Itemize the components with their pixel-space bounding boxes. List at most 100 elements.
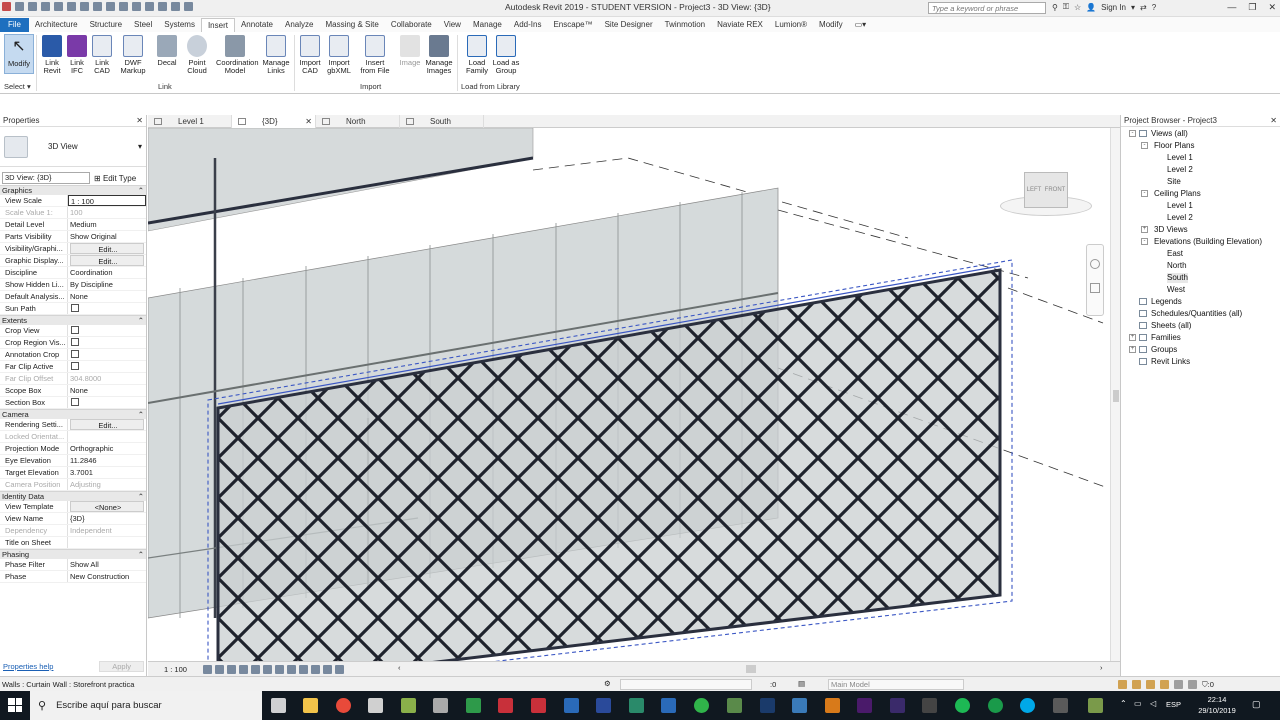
load-family-button[interactable]: Load Family bbox=[462, 34, 492, 75]
property-checkbox[interactable] bbox=[68, 397, 146, 408]
notifications-icon[interactable]: ▢ bbox=[1252, 699, 1261, 710]
clock[interactable]: 22:14 29/10/2019 bbox=[1192, 694, 1242, 716]
subscription-icon[interactable]: ⚿ bbox=[1063, 2, 1069, 12]
link-cad-button[interactable]: Link CAD bbox=[87, 34, 117, 75]
tray-chevron-icon[interactable]: ⌃ bbox=[1120, 699, 1127, 708]
category-camera[interactable]: Camera ⌃ bbox=[0, 409, 146, 419]
dimension-icon[interactable] bbox=[106, 2, 115, 11]
revit-icon[interactable] bbox=[498, 698, 513, 713]
close-icon[interactable]: ✕ bbox=[1268, 2, 1276, 13]
properties-help-link[interactable]: Properties help bbox=[3, 662, 53, 671]
app-icon[interactable] bbox=[466, 698, 481, 713]
property-edit-button[interactable]: Edit... bbox=[70, 419, 144, 430]
tree-item-level-2[interactable]: Level 2 bbox=[1167, 213, 1193, 223]
steering-wheel-icon[interactable] bbox=[1090, 259, 1100, 269]
collapse-icon[interactable]: - bbox=[1141, 142, 1148, 149]
coordination-model-button[interactable]: Coordination Model bbox=[216, 34, 259, 75]
analytical-model-icon[interactable] bbox=[323, 665, 332, 674]
background-process-icon[interactable] bbox=[1188, 680, 1197, 689]
category-phasing[interactable]: Phasing ⌃ bbox=[0, 549, 146, 559]
sign-in-link[interactable]: Sign In bbox=[1101, 3, 1126, 12]
favorites-icon[interactable]: ☆ bbox=[1074, 3, 1081, 12]
zoom-icon[interactable] bbox=[1090, 283, 1100, 293]
insert-from-file-button[interactable]: Insert from File bbox=[360, 34, 390, 75]
minimize-icon[interactable]: — bbox=[1227, 2, 1236, 13]
app-icon[interactable] bbox=[433, 698, 448, 713]
windows-start-icon[interactable] bbox=[8, 698, 22, 712]
dwf-markup-button[interactable]: DWF Markup bbox=[118, 34, 148, 75]
app-icon[interactable] bbox=[727, 698, 742, 713]
load-as-group-button[interactable]: Load as Group bbox=[491, 34, 521, 75]
tree-item-revit-links[interactable]: Revit Links bbox=[1151, 357, 1190, 367]
checkbox[interactable] bbox=[71, 338, 79, 346]
tree-item-site[interactable]: Site bbox=[1167, 177, 1181, 187]
user-icon[interactable]: 👤 bbox=[1086, 3, 1096, 12]
3d-view-icon[interactable] bbox=[132, 2, 141, 11]
import-cad-button[interactable]: Import CAD bbox=[295, 34, 325, 75]
checkbox[interactable] bbox=[71, 398, 79, 406]
view-tab-north[interactable]: North bbox=[316, 115, 400, 128]
chevron-down-icon[interactable]: ▾ bbox=[1131, 3, 1135, 12]
property-value[interactable]: 1 : 100 bbox=[68, 195, 146, 206]
close-icon[interactable]: ✕ bbox=[136, 116, 143, 125]
autocad-icon[interactable] bbox=[531, 698, 546, 713]
filter-icon[interactable]: ⛉:0 bbox=[1202, 680, 1214, 690]
skype-icon[interactable] bbox=[1020, 698, 1035, 713]
illustrator-icon[interactable] bbox=[825, 698, 840, 713]
property-checkbox[interactable] bbox=[68, 349, 146, 360]
network-icon[interactable]: ▭ bbox=[1134, 699, 1142, 708]
tab-naviate-rex[interactable]: Naviate REX bbox=[711, 18, 769, 32]
tree-item-elevations-building-elevation[interactable]: Elevations (Building Elevation) bbox=[1154, 237, 1262, 247]
volume-icon[interactable]: ◁ bbox=[1150, 699, 1156, 708]
edit-type-button[interactable]: ⊞ Edit Type bbox=[94, 174, 136, 183]
text-icon[interactable] bbox=[119, 2, 128, 11]
tab-insert[interactable]: Insert bbox=[200, 18, 235, 32]
property-value[interactable]: Show All bbox=[68, 559, 146, 570]
chevron-down-icon[interactable]: ▾ bbox=[138, 142, 142, 151]
view-cube[interactable]: LEFT FRONT bbox=[1000, 166, 1095, 224]
category-extents[interactable]: Extents ⌃ bbox=[0, 315, 146, 325]
property-edit-button[interactable]: <None> bbox=[70, 501, 144, 512]
tab-manage[interactable]: Manage bbox=[467, 18, 508, 32]
help-icon[interactable]: ? bbox=[1152, 3, 1156, 12]
tab-architecture[interactable]: Architecture bbox=[29, 18, 84, 32]
category-identity-data[interactable]: Identity Data ⌃ bbox=[0, 491, 146, 501]
image-button[interactable]: Image bbox=[395, 34, 425, 67]
app-icon[interactable] bbox=[1088, 698, 1103, 713]
select-underlay-icon[interactable] bbox=[1132, 680, 1141, 689]
switch-windows-icon[interactable] bbox=[184, 2, 193, 11]
app-icon[interactable] bbox=[629, 698, 644, 713]
app-icon[interactable] bbox=[988, 698, 1003, 713]
lock-view-icon[interactable] bbox=[287, 665, 296, 674]
expand-icon[interactable]: + bbox=[1129, 346, 1136, 353]
view-tab-level-1[interactable]: Level 1 bbox=[148, 115, 232, 128]
detail-level-icon[interactable] bbox=[203, 665, 212, 674]
scroll-left-icon[interactable]: ‹ bbox=[398, 663, 401, 672]
exchange-icon[interactable]: ⇄ bbox=[1140, 3, 1147, 12]
ribbon-options-icon[interactable]: ▭▾ bbox=[849, 18, 873, 32]
checkbox[interactable] bbox=[71, 304, 79, 312]
tab-collaborate[interactable]: Collaborate bbox=[385, 18, 438, 32]
property-value[interactable]: 11.2846 bbox=[68, 455, 146, 466]
tree-item-east[interactable]: East bbox=[1167, 249, 1183, 259]
workset-selector[interactable] bbox=[620, 679, 752, 690]
section-icon[interactable] bbox=[145, 2, 154, 11]
language-indicator[interactable]: ESP bbox=[1166, 700, 1181, 709]
property-edit-button[interactable]: Edit... bbox=[70, 243, 144, 254]
tab-annotate[interactable]: Annotate bbox=[235, 18, 279, 32]
undo-icon[interactable] bbox=[54, 2, 63, 11]
whatsapp-icon[interactable] bbox=[694, 698, 709, 713]
property-value[interactable]: By Discipline bbox=[68, 279, 146, 290]
property-value[interactable]: Coordination bbox=[68, 267, 146, 278]
property-value[interactable]: Medium bbox=[68, 219, 146, 230]
open-icon[interactable] bbox=[15, 2, 24, 11]
view-scale-control[interactable]: 1 : 100 bbox=[164, 665, 187, 674]
temporary-hide-icon[interactable] bbox=[299, 665, 308, 674]
binoculars-icon[interactable]: ⚲ bbox=[1052, 3, 1058, 12]
sync-icon[interactable] bbox=[41, 2, 50, 11]
tree-item-west[interactable]: West bbox=[1167, 285, 1185, 295]
decal-button[interactable]: Decal bbox=[152, 34, 182, 67]
spotify-icon[interactable] bbox=[955, 698, 970, 713]
drag-elements-icon[interactable] bbox=[1174, 680, 1183, 689]
view-cube-front[interactable]: FRONT bbox=[1045, 187, 1066, 193]
